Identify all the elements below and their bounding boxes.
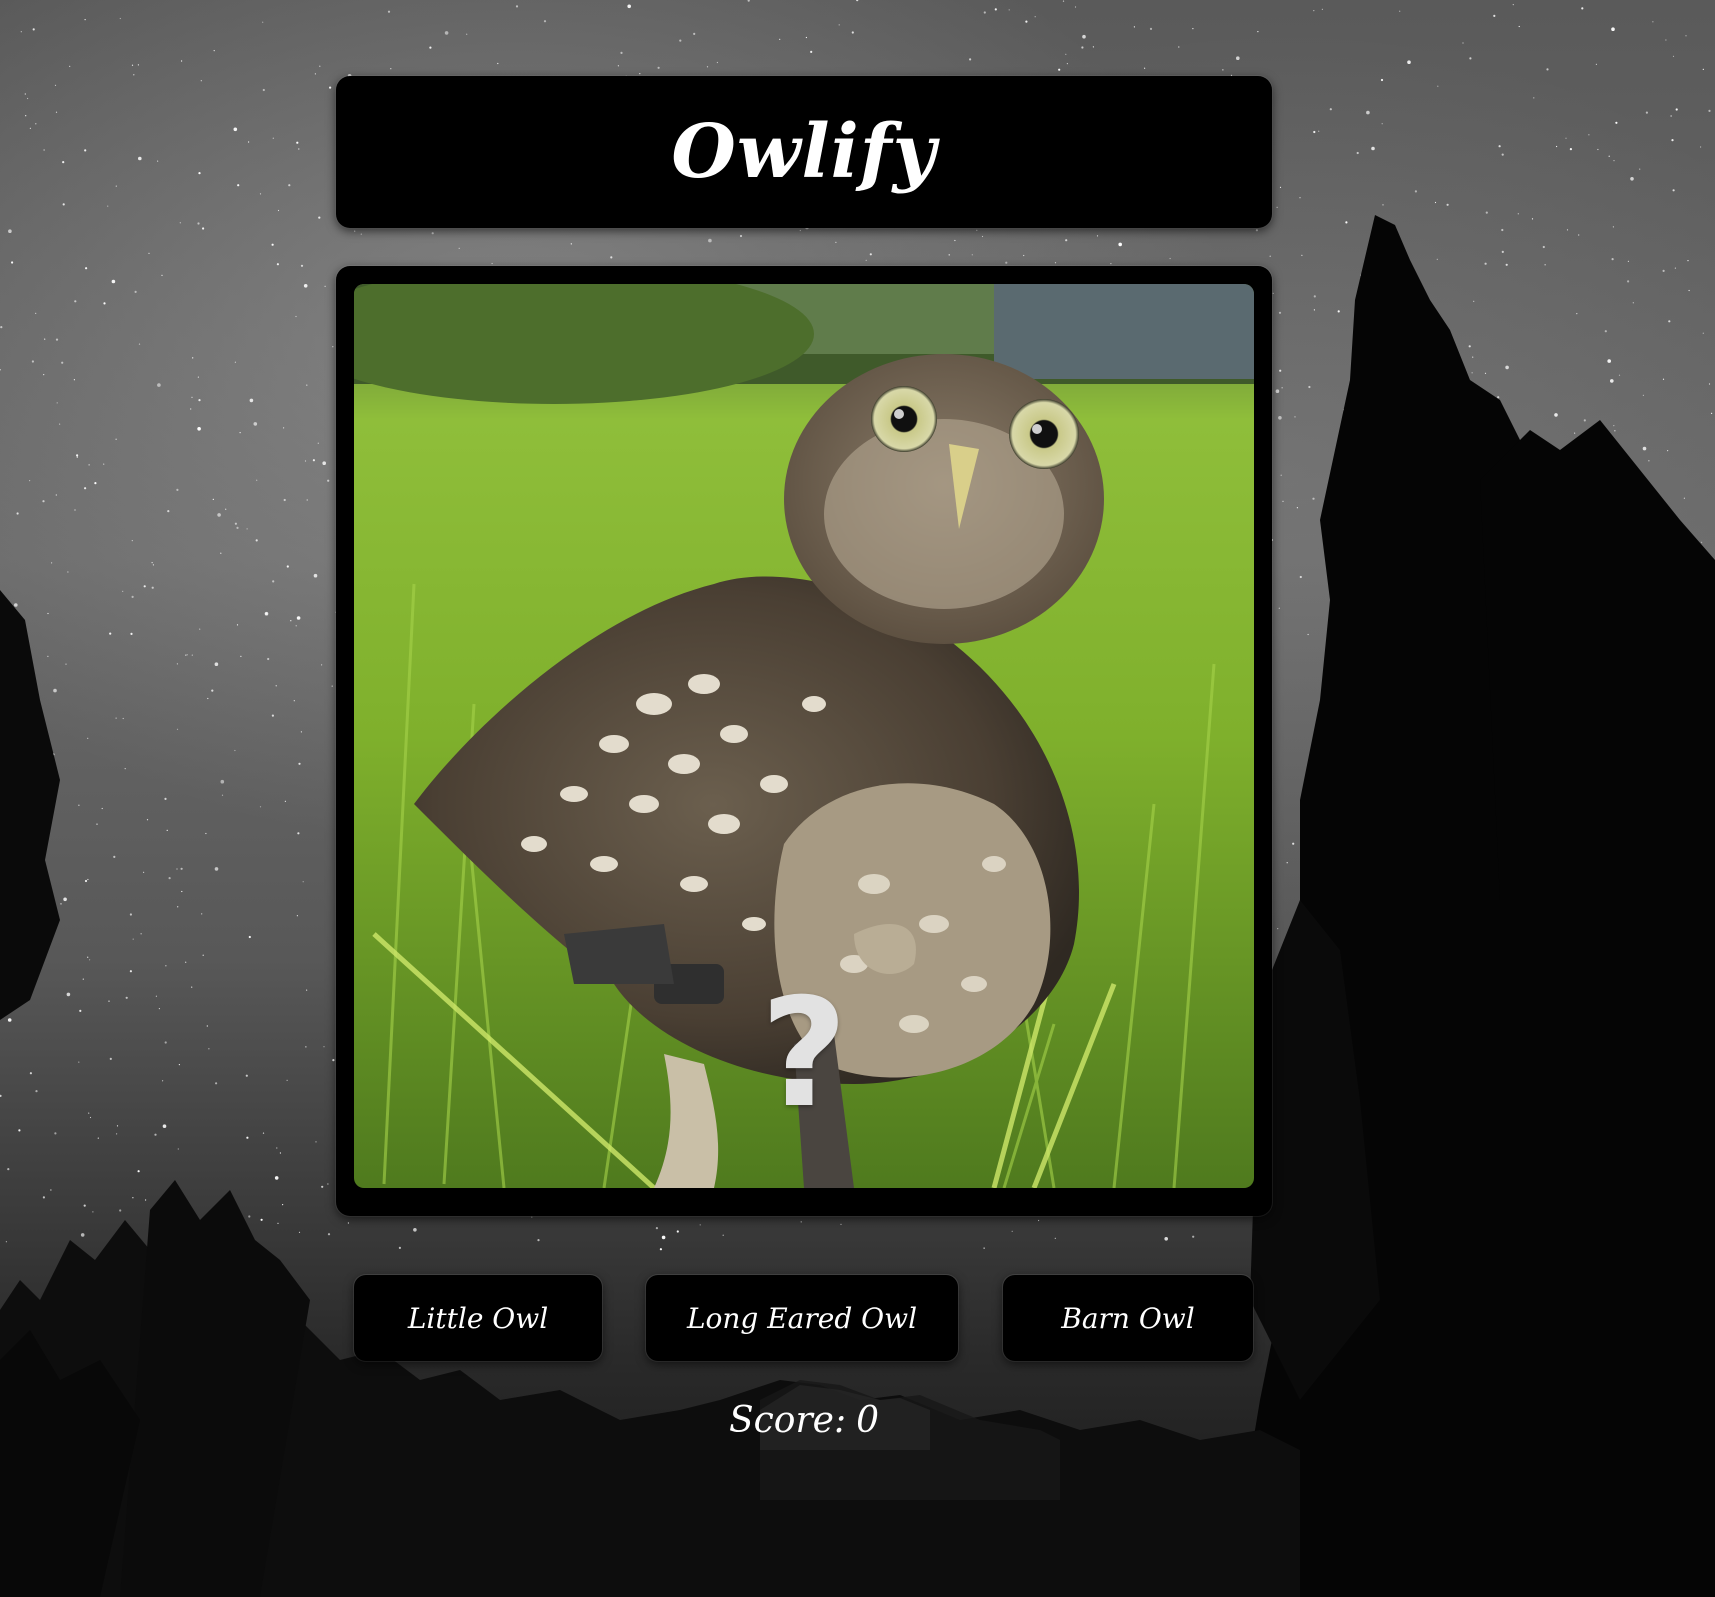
- answer-button-barn-owl[interactable]: Barn Owl: [1003, 1275, 1253, 1361]
- app-title: Owlify: [671, 109, 937, 195]
- score-label: Score:: [728, 1400, 847, 1441]
- owl-photo-frame: ?: [336, 266, 1272, 1216]
- answer-button-long-eared-owl[interactable]: Long Eared Owl: [646, 1275, 958, 1361]
- owl-photo: ?: [354, 284, 1254, 1188]
- mystery-question-mark: ?: [760, 967, 848, 1141]
- score-display: Score: 0: [336, 1400, 1272, 1441]
- answer-button-little-owl[interactable]: Little Owl: [354, 1275, 602, 1361]
- app-header: Owlify: [336, 76, 1272, 228]
- score-value: 0: [856, 1400, 880, 1441]
